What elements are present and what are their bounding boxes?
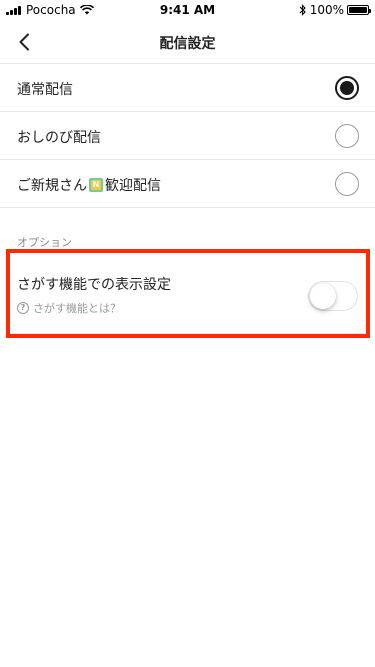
nav-bar: 配信設定 [0,20,375,64]
battery-percent: 100% [309,3,344,17]
question-icon: ? [17,302,29,314]
new-badge-icon: N [89,178,103,192]
mode-label: おしのび配信 [17,130,101,146]
status-bar: Pococha 9:41 AM 100% [0,0,375,20]
status-right: 100% [299,3,371,17]
option-title: さがす機能での表示設定 [17,277,171,293]
mode-row-newcomer-welcome[interactable]: ご新規さん N 歓迎配信 [0,160,375,208]
radio-button-selected[interactable] [335,76,359,100]
new-badge-letter: N [91,180,101,190]
highlight-frame: さがす機能での表示設定 ? さがす機能とは？ [6,249,370,338]
radio-button[interactable] [335,172,359,196]
mode-row-incognito[interactable]: おしのび配信 [0,112,375,160]
help-link[interactable]: ? さがす機能とは？ [17,300,121,316]
option-row-search-display: さがす機能での表示設定 ? さがす機能とは？ [10,253,366,334]
battery-icon [347,5,371,15]
page-title: 配信設定 [159,36,216,52]
section-header-options: オプション [17,236,72,249]
mode-label-suffix: 歓迎配信 [105,178,161,194]
mode-label-prefix: ご新規さん [17,178,87,194]
mode-label: ご新規さん N 歓迎配信 [17,175,161,195]
mode-row-normal[interactable]: 通常配信 [0,64,375,112]
help-text: さがす機能とは？ [33,302,121,315]
bluetooth-icon [299,4,306,16]
radio-button[interactable] [335,124,359,148]
toggle-knob [310,283,336,309]
mode-label: 通常配信 [17,82,73,98]
search-display-toggle[interactable] [308,281,358,311]
